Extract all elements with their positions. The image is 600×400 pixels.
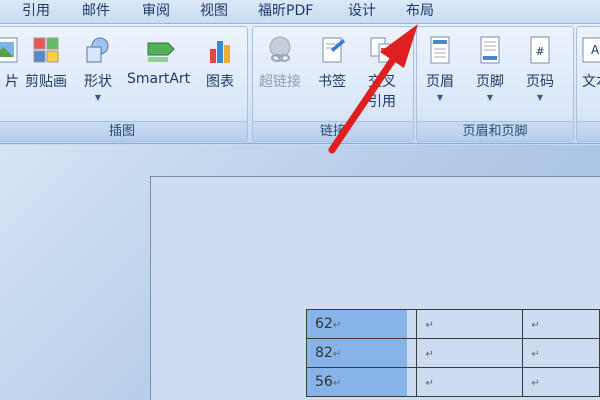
annotation-arrow bbox=[328, 24, 418, 154]
